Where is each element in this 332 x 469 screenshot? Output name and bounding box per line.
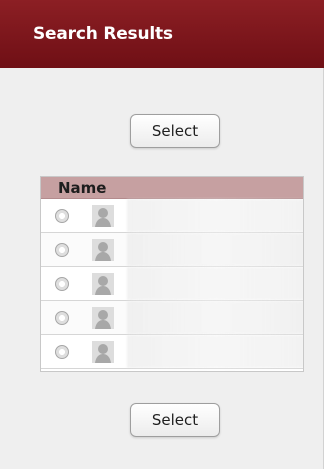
row-radio-button[interactable] — [55, 345, 69, 359]
person-placeholder-icon — [92, 239, 114, 261]
results-table-header: Name — [41, 177, 303, 199]
select-button-bottom[interactable]: Select — [130, 403, 220, 437]
result-name — [127, 199, 303, 232]
row-radio-button[interactable] — [55, 209, 69, 223]
person-placeholder-icon — [92, 205, 114, 227]
person-placeholder-icon — [92, 341, 114, 363]
name-column-header: Name — [58, 179, 107, 197]
person-placeholder-icon — [92, 307, 114, 329]
results-table: Name — [40, 176, 304, 372]
table-row[interactable] — [41, 267, 303, 301]
person-placeholder-icon — [92, 273, 114, 295]
table-row[interactable] — [41, 199, 303, 233]
panel-header: Search Results — [0, 0, 324, 68]
result-name — [127, 335, 303, 368]
search-results-panel: Search Results Select Name Select — [0, 0, 324, 469]
table-row[interactable] — [41, 301, 303, 335]
row-radio-button[interactable] — [55, 311, 69, 325]
table-row[interactable] — [41, 233, 303, 267]
result-name — [127, 233, 303, 266]
select-button-top[interactable]: Select — [130, 114, 220, 148]
page-title: Search Results — [33, 24, 173, 44]
result-name — [127, 267, 303, 300]
table-row[interactable] — [41, 335, 303, 369]
row-radio-button[interactable] — [55, 277, 69, 291]
result-name — [127, 301, 303, 334]
row-radio-button[interactable] — [55, 243, 69, 257]
